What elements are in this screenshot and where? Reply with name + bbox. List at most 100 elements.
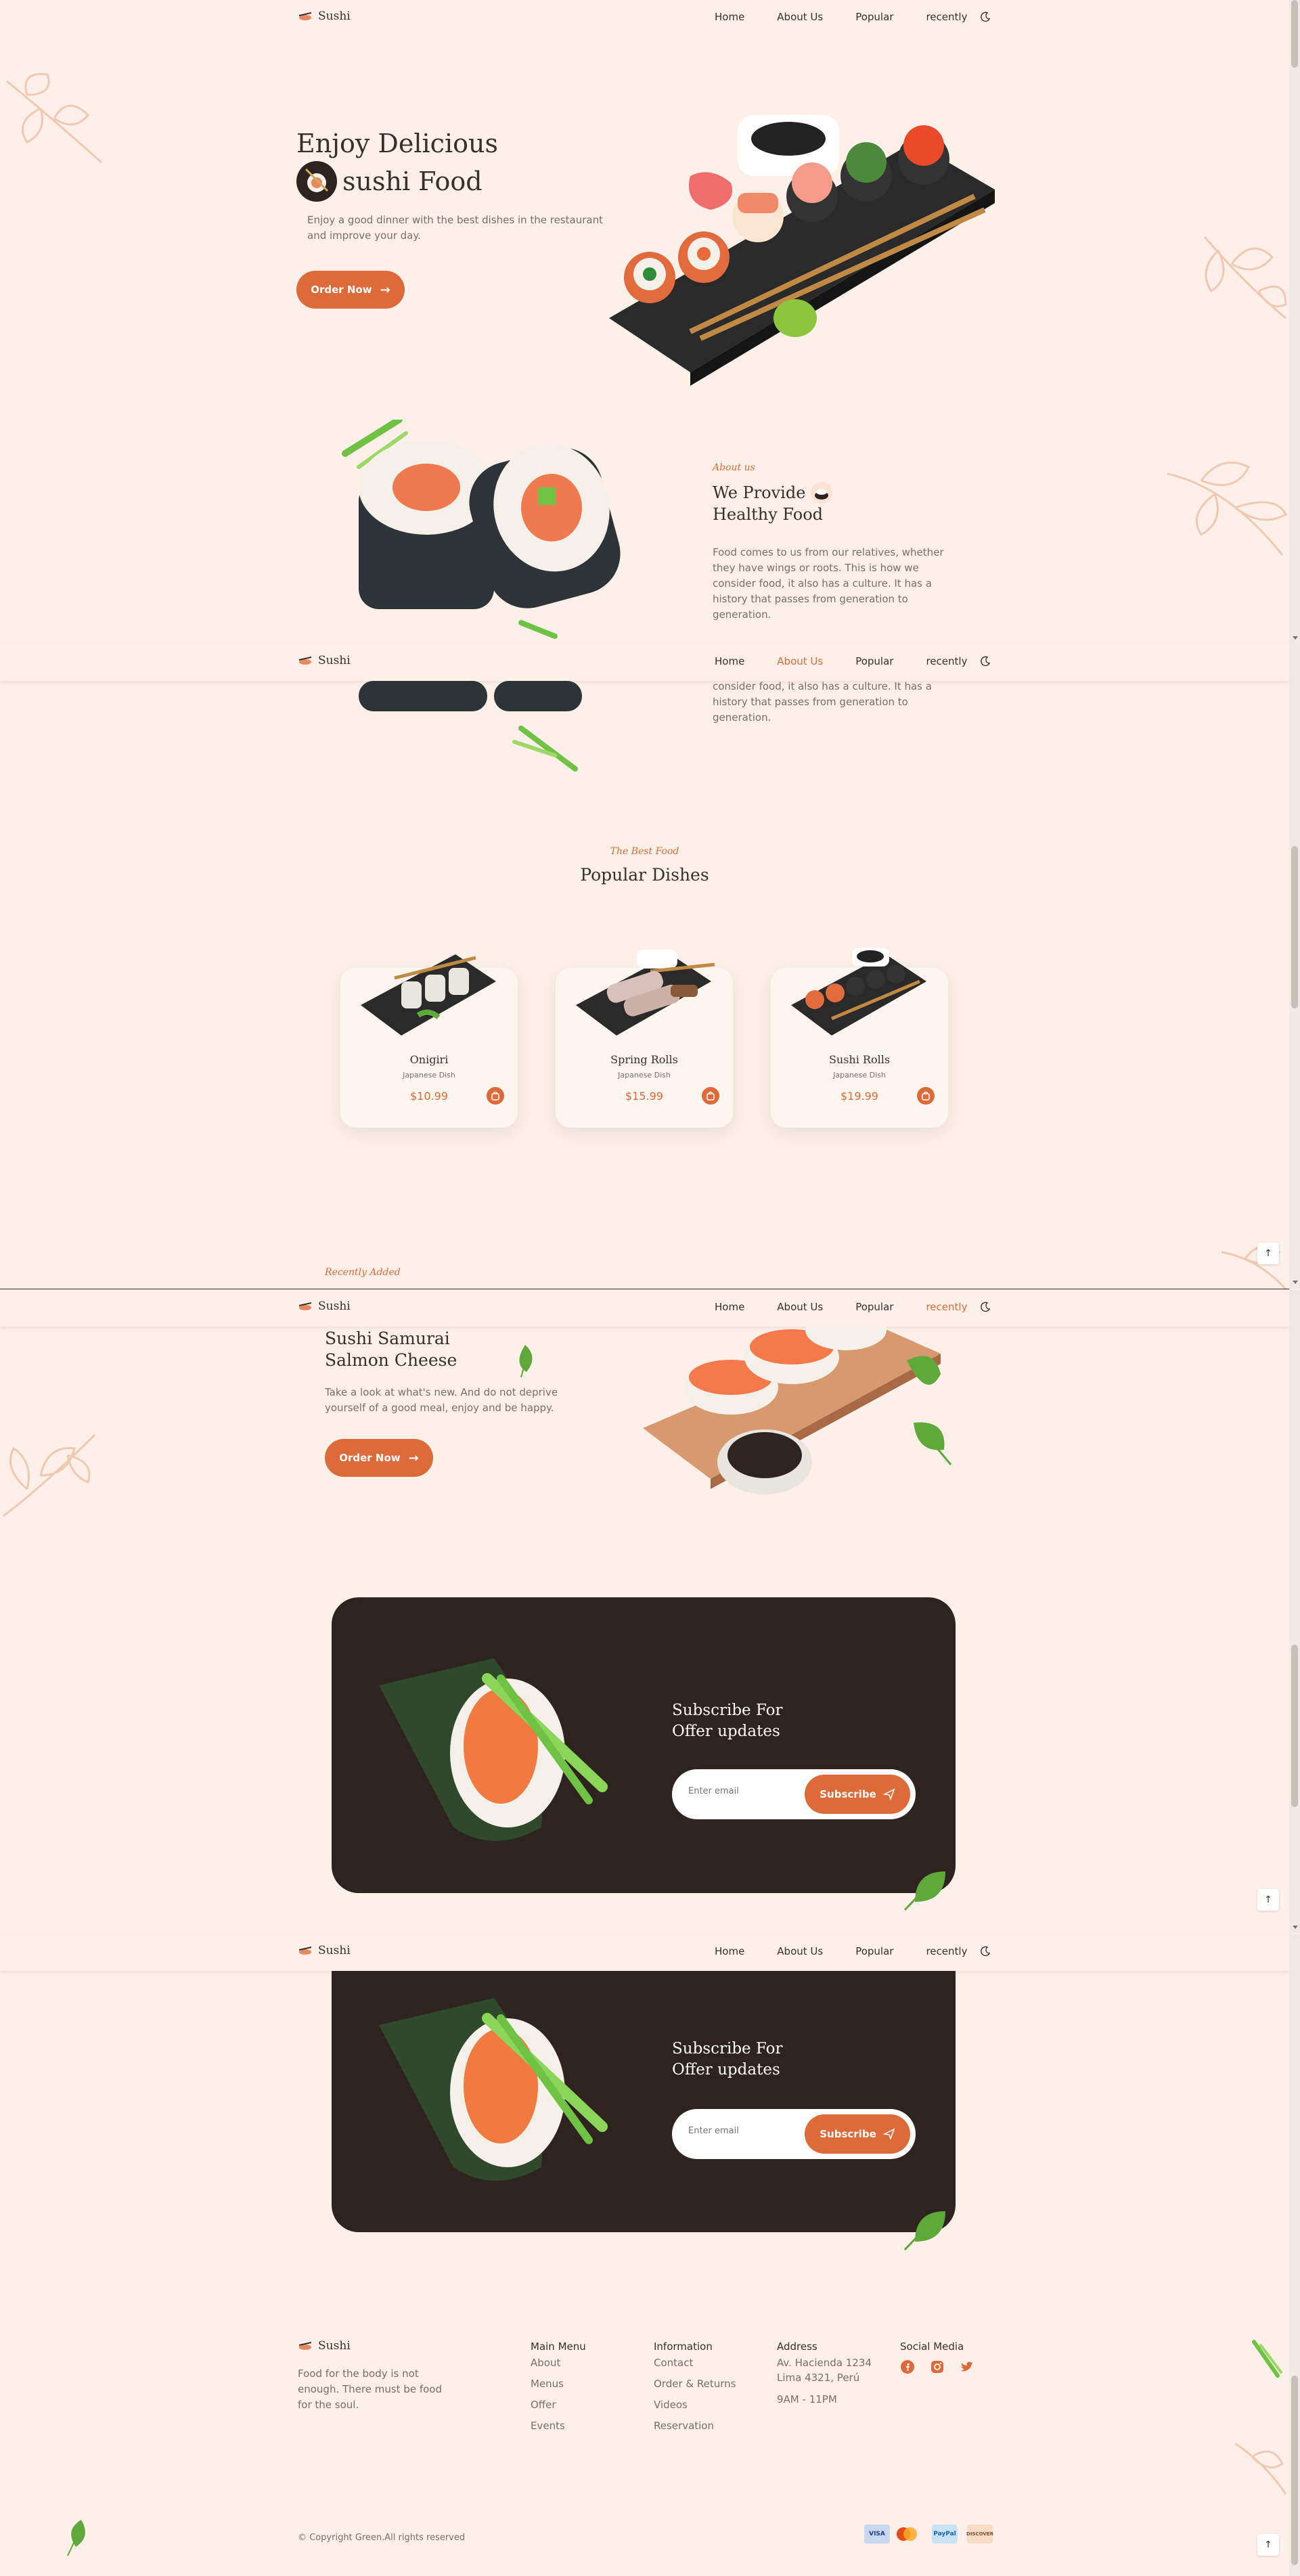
scrollbar-thumb[interactable] xyxy=(1291,2376,1298,2565)
arrow-up-icon: ↑ xyxy=(1264,1894,1272,1905)
scroll-down-arrow-icon[interactable] xyxy=(1293,1926,1298,1929)
brand-logo[interactable]: Sushi xyxy=(298,654,351,667)
footer-main-menu-title: Main Menu xyxy=(531,2340,586,2353)
footer-link-menus[interactable]: Menus xyxy=(531,2378,564,2390)
mastercard-icon xyxy=(894,2525,920,2544)
sushi-logo-icon xyxy=(298,1302,312,1310)
scrollbar-thumb[interactable] xyxy=(1291,846,1298,1008)
about-description-continued: consider food, it also has a culture. It… xyxy=(713,680,932,724)
scroll-to-top-button[interactable]: ↑ xyxy=(1257,1889,1279,1911)
leaf-outline-decoration xyxy=(1167,461,1287,556)
dish-name: Spring Rolls xyxy=(610,1053,678,1066)
spinach-leaf-icon xyxy=(903,2211,945,2251)
nav-recently[interactable]: recently xyxy=(926,655,967,667)
scroll-to-top-button[interactable]: ↑ xyxy=(1257,2534,1279,2556)
add-to-cart-bag-icon[interactable] xyxy=(487,1087,504,1105)
scrollbar-track[interactable] xyxy=(1289,0,1300,644)
dish-card[interactable]: Sushi Rolls Japanese Dish $19.99 xyxy=(771,948,948,1128)
salmon-hand-roll-image xyxy=(379,1998,608,2181)
nav-popular[interactable]: Popular xyxy=(855,655,893,667)
moon-icon[interactable] xyxy=(980,12,991,22)
main-nav: Home About Us Popular recently xyxy=(715,11,967,23)
nav-about[interactable]: About Us xyxy=(777,1301,823,1313)
footer-social-title: Social Media xyxy=(900,2340,964,2353)
nav-home[interactable]: Home xyxy=(715,1945,744,1957)
subscribe-button[interactable]: Subscribe xyxy=(805,2114,910,2154)
dish-category: Japanese Dish xyxy=(618,1071,671,1080)
brand-name: Sushi xyxy=(318,9,351,23)
scroll-down-arrow-icon[interactable] xyxy=(1293,1281,1298,1284)
footer-link-offer[interactable]: Offer xyxy=(531,2399,556,2411)
footer-address-line: Lima 4321, Perú xyxy=(777,2372,860,2384)
nav-about[interactable]: About Us xyxy=(777,1945,823,1957)
footer-link-reservation[interactable]: Reservation xyxy=(654,2420,714,2432)
add-to-cart-bag-icon[interactable] xyxy=(702,1087,719,1105)
popular-subtitle: The Best Food xyxy=(610,846,679,857)
twitter-icon[interactable] xyxy=(960,2359,974,2374)
newsletter-title: Subscribe For Offer updates xyxy=(672,1702,783,1740)
brand-logo[interactable]: Sushi xyxy=(298,1300,351,1313)
dish-card[interactable]: Onigiri Japanese Dish $10.99 xyxy=(340,954,518,1128)
footer-link-videos[interactable]: Videos xyxy=(654,2399,688,2411)
footer-link-order-returns[interactable]: Order & Returns xyxy=(654,2378,736,2390)
brand-name: Sushi xyxy=(318,1300,351,1313)
nav-about[interactable]: About Us xyxy=(777,655,823,667)
nav-home[interactable]: Home xyxy=(715,1301,744,1313)
sushi-platter-image xyxy=(609,115,995,386)
footer-hours: 9AM - 11PM xyxy=(777,2393,837,2405)
sushi-logo-icon xyxy=(298,12,312,20)
moon-icon[interactable] xyxy=(980,1946,991,1957)
footer-information-title: Information xyxy=(654,2340,713,2353)
nav-about[interactable]: About Us xyxy=(777,11,823,23)
email-input[interactable] xyxy=(688,1786,797,1796)
site-header: Sushi Home About Us Popular recently xyxy=(0,0,1289,37)
sticky-header: Sushi Home About Us Popular recently xyxy=(0,644,1289,681)
facebook-icon[interactable] xyxy=(900,2359,915,2374)
moon-icon[interactable] xyxy=(980,656,991,667)
scroll-to-top-button[interactable]: ↑ xyxy=(1257,1243,1279,1264)
nav-popular[interactable]: Popular xyxy=(855,1301,893,1313)
main-nav: Home About Us Popular recently xyxy=(715,1945,967,1957)
email-input[interactable] xyxy=(688,2126,797,2136)
instagram-icon[interactable] xyxy=(930,2359,945,2374)
footer-address-title: Address xyxy=(777,2340,817,2353)
dish-card[interactable]: Spring Rolls Japanese Dish $15.99 xyxy=(556,950,733,1128)
nav-recently[interactable]: recently xyxy=(926,1301,967,1313)
recent-order-button[interactable]: Order Now → xyxy=(325,1439,433,1477)
footer-link-events[interactable]: Events xyxy=(531,2420,565,2432)
main-nav: Home About Us Popular recently xyxy=(715,655,967,667)
nav-home[interactable]: Home xyxy=(715,655,744,667)
brand-logo[interactable]: Sushi xyxy=(298,1944,351,1957)
add-to-cart-bag-icon[interactable] xyxy=(917,1087,935,1105)
nav-home[interactable]: Home xyxy=(715,11,744,23)
brand-logo[interactable]: Sushi xyxy=(298,9,351,23)
footer-address-line: Av. Hacienda 1234 xyxy=(777,2357,872,2369)
footer-description: Food for the body is not enough. There m… xyxy=(298,2368,442,2411)
leaf-outline-decoration xyxy=(1234,2442,1287,2495)
scrollbar-thumb[interactable] xyxy=(1291,1645,1298,1807)
footer-link-about[interactable]: About xyxy=(531,2357,560,2369)
scroll-down-arrow-icon[interactable] xyxy=(1293,636,1298,640)
discover-card-icon: DISCOVER xyxy=(966,2525,993,2544)
sushi-rolls-image xyxy=(342,420,621,639)
subscribe-button[interactable]: Subscribe xyxy=(805,1775,910,1814)
newsletter-form: Subscribe xyxy=(672,2109,916,2159)
footer-brand[interactable]: Sushi xyxy=(298,2339,351,2353)
hero-title-line2-wrap: sushi Food xyxy=(296,161,483,202)
about-title: We Provide Healthy Food xyxy=(713,482,833,525)
nav-recently[interactable]: recently xyxy=(926,11,967,23)
moon-icon[interactable] xyxy=(980,1302,991,1312)
leaf-outline-decoration xyxy=(1203,236,1287,319)
nav-recently[interactable]: recently xyxy=(926,1945,967,1957)
sticky-header: Sushi Home About Us Popular recently xyxy=(0,1290,1289,1327)
scrollbar-thumb[interactable] xyxy=(1291,0,1298,68)
nav-popular[interactable]: Popular xyxy=(855,1945,893,1957)
footer-link-contact[interactable]: Contact xyxy=(654,2357,693,2369)
hero-order-button[interactable]: Order Now → xyxy=(296,271,405,309)
popular-title: Popular Dishes xyxy=(580,865,709,885)
spring-rolls-image xyxy=(576,950,715,1036)
nav-popular[interactable]: Popular xyxy=(855,11,893,23)
spinach-leaf-icon xyxy=(903,1871,945,1911)
scrollbar-track[interactable] xyxy=(1289,1290,1300,1933)
sushi-bowl-icon xyxy=(811,482,833,504)
